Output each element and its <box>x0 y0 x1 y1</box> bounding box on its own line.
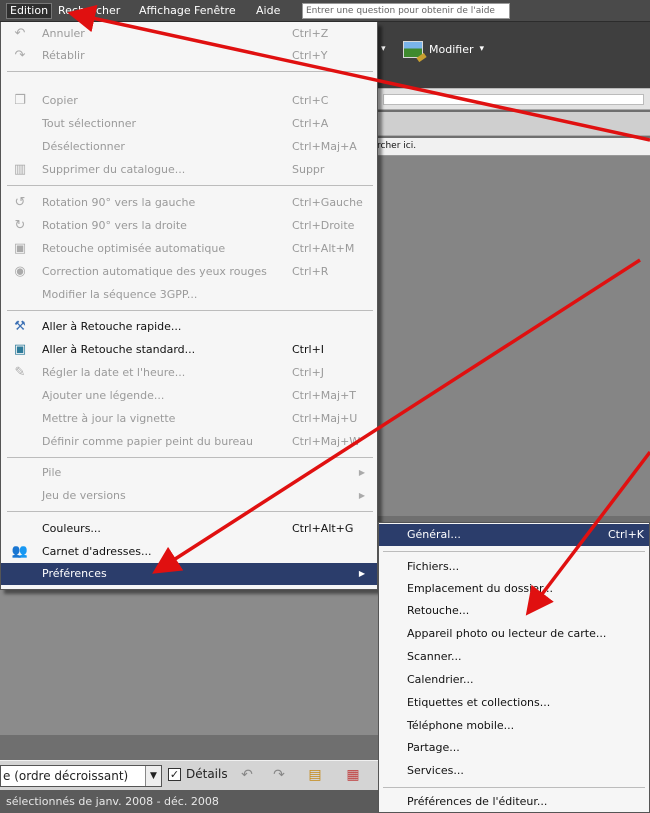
chevron-down-icon: ▾ <box>479 44 485 54</box>
sort-order-value: e (ordre décroissant) <box>3 769 129 783</box>
edit-menu: ↶ Annuler Ctrl+Z ↷ Rétablir Ctrl+Y ❐ Cop… <box>0 22 378 590</box>
rotate-left-icon: ↺ <box>14 195 26 210</box>
copy-icon: ❐ <box>14 93 26 108</box>
menu-item-rotation-gauche[interactable]: ↺ Rotation 90° vers la gauche Ctrl+Gauch… <box>1 192 377 214</box>
help-search-input[interactable]: Entrer une question pour obtenir de l'ai… <box>302 3 510 19</box>
submenu-item-telephone-mobile[interactable]: Téléphone mobile... <box>379 715 649 737</box>
menu-item-ajouter-legende[interactable]: Ajouter une légende... Ctrl+Maj+T <box>1 385 377 407</box>
submenu-item-partage[interactable]: Partage... <box>379 737 649 759</box>
bottom-toolbar: e (ordre décroissant) ▼ ✓ Détails ↶ ↷ ▤ … <box>0 760 380 790</box>
document-icon[interactable]: ▤ <box>306 767 324 783</box>
menu-item-tout-selectionner[interactable]: Tout sélectionner Ctrl+A <box>1 113 377 135</box>
submenu-item-general[interactable]: Général... Ctrl+K <box>379 524 649 546</box>
menu-separator <box>7 185 373 186</box>
menu-separator <box>383 551 645 552</box>
calendar-icon[interactable]: ▦ <box>344 767 362 783</box>
timeline-bar <box>375 88 650 110</box>
redo-icon: ↷ <box>14 48 26 63</box>
menu-aide[interactable]: Aide <box>253 3 283 19</box>
toolbar-dropdown-arrow[interactable]: ▾ <box>381 44 386 54</box>
modify-label: Modifier <box>429 42 474 56</box>
address-book-icon: 👥 <box>11 544 29 559</box>
menu-item-deselectionner[interactable]: Désélectionner Ctrl+Maj+A <box>1 136 377 158</box>
rotate-right-icon[interactable]: ↷ <box>270 767 288 783</box>
menu-item-yeux-rouges[interactable]: ◉ Correction automatique des yeux rouges… <box>1 261 377 283</box>
menu-edition[interactable]: Edition <box>6 3 53 19</box>
menu-separator <box>7 457 373 458</box>
preferences-submenu: Général... Ctrl+K Fichiers... Emplacemen… <box>378 522 650 813</box>
menu-item-jeu-de-versions[interactable]: Jeu de versions ▶ <box>1 485 377 507</box>
submenu-item-fichiers[interactable]: Fichiers... <box>379 556 649 578</box>
auto-fix-icon: ▣ <box>13 241 27 256</box>
submenu-item-scanner[interactable]: Scanner... <box>379 646 649 668</box>
menu-item-rotation-droite[interactable]: ↻ Rotation 90° vers la droite Ctrl+Droit… <box>1 215 377 237</box>
menu-separator <box>7 310 373 311</box>
submenu-item-preferences-editeur[interactable]: Préférences de l'éditeur... <box>379 791 649 813</box>
search-hint-text: rcher ici. <box>375 138 650 156</box>
menu-item-copier[interactable]: ❐ Copier Ctrl+C <box>1 90 377 112</box>
menu-separator <box>383 787 645 788</box>
submenu-item-appareil-photo[interactable]: Appareil photo ou lecteur de carte... <box>379 623 649 645</box>
menu-item-vignette[interactable]: Mettre à jour la vignette Ctrl+Maj+U <box>1 408 377 430</box>
menu-fenetre[interactable]: Fenêtre <box>191 3 239 19</box>
details-label: Détails <box>186 767 228 781</box>
menu-item-preferences[interactable]: Préférences ▶ <box>1 563 377 585</box>
date-time-icon: ✎ <box>14 365 26 380</box>
submenu-item-emplacement-dossier[interactable]: Emplacement du dossier... <box>379 578 649 600</box>
submenu-arrow-icon: ▶ <box>358 569 365 578</box>
menu-rechercher[interactable]: Rechercher <box>55 3 123 19</box>
menu-item-couleurs[interactable]: Couleurs... Ctrl+Alt+G <box>1 518 377 540</box>
rotate-right-icon: ↻ <box>14 218 26 233</box>
modify-button[interactable]: Modifier ▾ <box>403 38 484 60</box>
standard-edit-icon: ▣ <box>13 342 27 357</box>
submenu-item-calendrier[interactable]: Calendrier... <box>379 669 649 691</box>
menu-bar: Edition Rechercher Affichage Fenêtre Aid… <box>0 0 650 22</box>
undo-icon: ↶ <box>14 26 26 41</box>
sort-order-select[interactable]: e (ordre décroissant) ▼ <box>0 765 162 787</box>
menu-item-supprimer-du-catalogue[interactable]: ▥ Supprimer du catalogue... Suppr <box>1 159 377 181</box>
menu-item-retablir[interactable]: ↷ Rétablir Ctrl+Y <box>1 45 377 67</box>
trash-icon: ▥ <box>13 162 27 177</box>
photo-edit-icon <box>403 40 423 58</box>
status-bar: sélectionnés de janv. 2008 - déc. 2008 <box>0 790 380 813</box>
red-eye-icon: ◉ <box>14 264 26 279</box>
details-checkbox[interactable]: ✓ <box>168 768 181 781</box>
chevron-down-icon: ▼ <box>145 766 161 786</box>
quick-fix-icon: ⚒ <box>14 319 26 334</box>
submenu-item-services[interactable]: Services... <box>379 760 649 782</box>
menu-item-retouche-optimisee[interactable]: ▣ Retouche optimisée automatique Ctrl+Al… <box>1 238 377 260</box>
menu-item-sequence-3gpp[interactable]: Modifier la séquence 3GPP... <box>1 284 377 306</box>
menu-item-pile[interactable]: Pile ▶ <box>1 462 377 484</box>
submenu-item-etiquettes[interactable]: Etiquettes et collections... <box>379 692 649 714</box>
menu-item-annuler[interactable]: ↶ Annuler Ctrl+Z <box>1 23 377 45</box>
menu-item-retouche-standard[interactable]: ▣ Aller à Retouche standard... Ctrl+I <box>1 339 377 361</box>
timeline-ticks <box>375 112 650 136</box>
menu-affichage[interactable]: Affichage <box>136 3 194 19</box>
menu-item-retouche-rapide[interactable]: ⚒ Aller à Retouche rapide... <box>1 316 377 338</box>
submenu-item-retouche[interactable]: Retouche... <box>379 600 649 622</box>
photo-browser-area <box>375 156 650 516</box>
menu-item-carnet-adresses[interactable]: 👥 Carnet d'adresses... <box>1 541 377 563</box>
menu-separator <box>7 511 373 512</box>
menu-separator <box>7 71 373 72</box>
toolbar: ▾ Modifier ▾ <box>375 22 650 88</box>
rotate-left-icon[interactable]: ↶ <box>238 767 256 783</box>
submenu-arrow-icon: ▶ <box>358 491 365 500</box>
submenu-arrow-icon: ▶ <box>358 468 365 477</box>
menu-item-date-heure[interactable]: ✎ Régler la date et l'heure... Ctrl+J <box>1 362 377 384</box>
menu-item-papier-peint[interactable]: Définir comme papier peint du bureau Ctr… <box>1 431 377 453</box>
